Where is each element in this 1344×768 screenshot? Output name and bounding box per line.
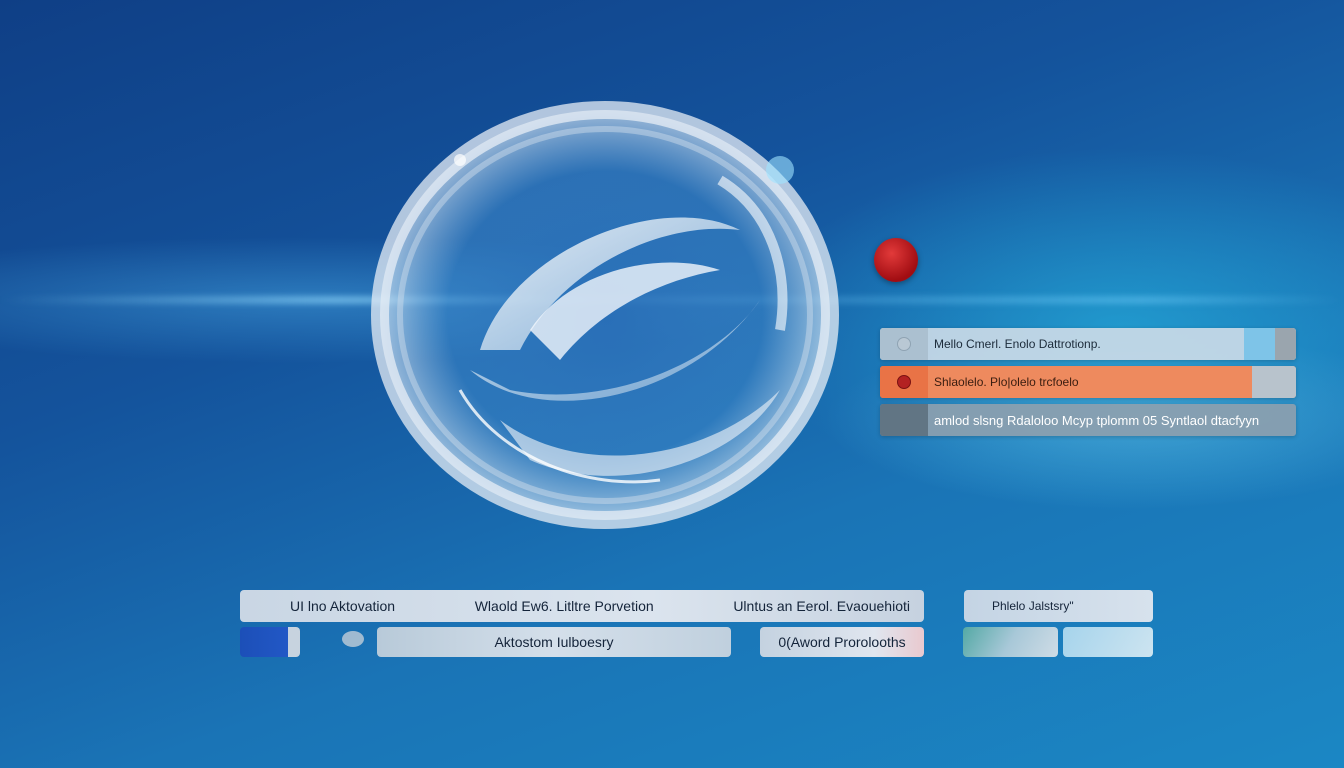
menu-item-3[interactable]: amlod slsng Rdaloloo Mcyp tplomm 05 Synt…	[880, 404, 1296, 436]
menu-item-label: Mello Cmerl. Enolo Dattrotionp.	[934, 337, 1101, 351]
menu-item-3-icon-cell	[880, 404, 928, 436]
menu-item-2-selected[interactable]: Shlaolelo. Plo|olelo trcfoelo	[880, 366, 1296, 398]
menu-item-1-scroll[interactable]	[1244, 328, 1296, 360]
toolbar-segment-2[interactable]: Wlaold Ew6. Litltre Porvetion	[475, 598, 654, 614]
toolbar-bar[interactable]: UI lno Aktovation Wlaold Ew6. Litltre Po…	[240, 590, 924, 622]
preview-tile-2[interactable]	[1063, 627, 1153, 657]
menu-item-2-icon-cell	[880, 366, 928, 398]
menu-item-1[interactable]: Mello Cmerl. Enolo Dattrotionp.	[880, 328, 1296, 360]
menu-item-1-icon-cell	[880, 328, 928, 360]
circle-icon	[897, 337, 911, 351]
red-dot-icon[interactable]	[874, 238, 918, 282]
red-circle-icon	[897, 375, 911, 389]
preview-tile-1[interactable]	[963, 627, 1058, 657]
menu-item-label: Shlaolelo. Plo|olelo trcfoelo	[934, 375, 1079, 389]
empty-icon	[897, 413, 911, 427]
small-dot-icon[interactable]	[342, 631, 364, 647]
glass-swirl-sphere-icon	[371, 101, 839, 529]
phish-button[interactable]: Phlelo Jalstsry"	[964, 590, 1153, 622]
automation-button[interactable]: Aktostom Iulboesry	[377, 627, 731, 657]
blue-toggle-button[interactable]	[240, 627, 300, 657]
menu-item-label: amlod slsng Rdaloloo Mcyp tplomm 05 Synt…	[934, 412, 1260, 428]
toolbar-segment-1[interactable]: UI lno Aktovation	[290, 598, 395, 614]
protocols-button[interactable]: 0(Aword Prorolooths	[760, 627, 924, 657]
menu-item-2-scroll[interactable]	[1244, 366, 1296, 398]
toolbar-segment-3[interactable]: Ulntus an Eerol. Evaouehioti	[733, 598, 910, 614]
